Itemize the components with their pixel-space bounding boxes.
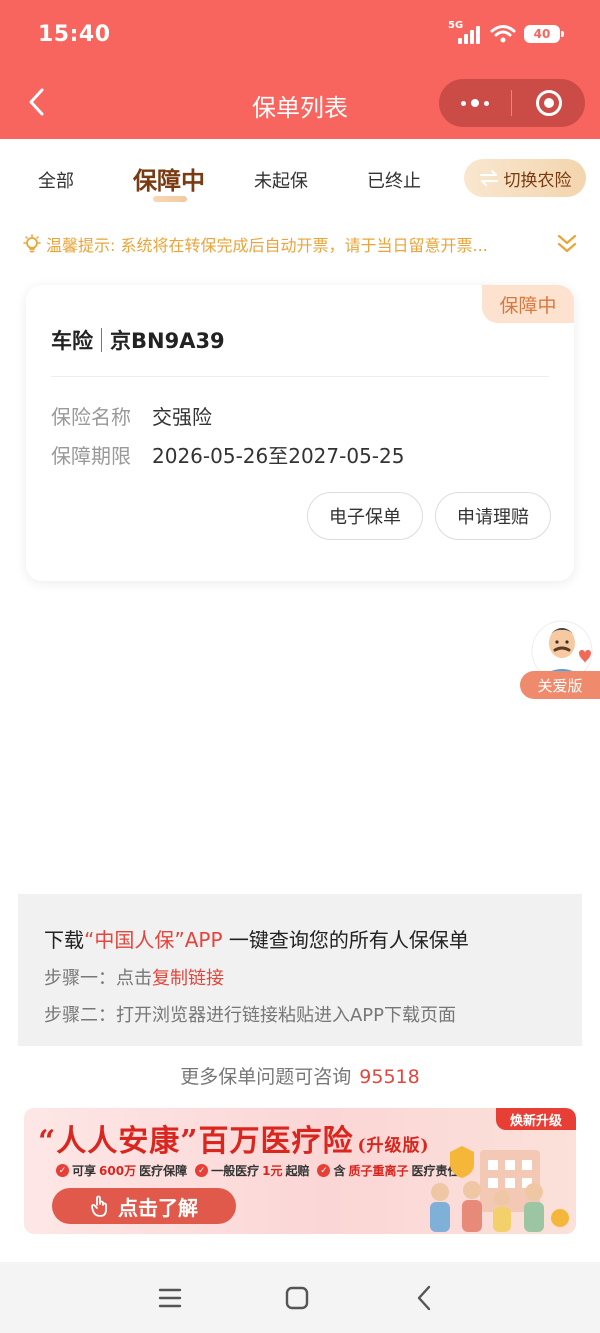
download-suffix: 一键查询您的所有人保保单 xyxy=(222,928,469,952)
system-back-button[interactable] xyxy=(406,1280,442,1316)
insurance-name-row: 保险名称 交强险 xyxy=(51,401,212,430)
banner-features: ✓ 可享 600万 医疗保障 ✓ 一般医疗 1元 起赔 ✓ 含质子重离子 医疗责任 xyxy=(56,1162,460,1179)
tip-banner[interactable]: 温馨提示: 系统将在转保完成后自动开票，请于当日留意开票... xyxy=(22,229,578,259)
feature3-a: 含 xyxy=(333,1164,346,1178)
home-square-icon xyxy=(285,1286,309,1310)
switch-icon xyxy=(479,170,498,186)
download-app-section: 下载“中国人保”APP 一键查询您的所有人保保单 步骤一：点击复制链接 步骤二：… xyxy=(18,894,582,1046)
system-navigation-bar xyxy=(0,1262,600,1333)
tap-hand-icon xyxy=(91,1195,107,1217)
tab-not-started[interactable]: 未起保 xyxy=(254,167,308,193)
hotline-link[interactable]: 95518 xyxy=(359,1066,419,1088)
chevron-left-icon xyxy=(417,1285,431,1311)
upgrade-tag: 焕新升级 xyxy=(496,1108,576,1130)
step-one-text: 步骤一：点击 xyxy=(44,968,152,989)
feature2-a: 一般医疗 xyxy=(211,1164,260,1178)
e-policy-button[interactable]: 电子保单 xyxy=(307,492,423,540)
active-tab-indicator xyxy=(153,196,187,202)
coverage-period-value: 2026-05-26至2027-05-25 xyxy=(152,444,405,468)
step-two: 步骤二：打开浏览器进行链接粘贴进入APP下载页面 xyxy=(44,1005,457,1026)
tab-all[interactable]: 全部 xyxy=(38,167,74,193)
policy-tabs: 全部 保障中 未起保 已终止 切换农险 xyxy=(0,139,600,217)
learn-more-button[interactable]: 点击了解 xyxy=(52,1188,236,1224)
lightbulb-icon xyxy=(23,234,41,253)
status-icons: 5G 40 xyxy=(448,20,564,46)
elder-avatar-icon xyxy=(531,620,593,679)
consult-line: 更多保单问题可咨询 95518 xyxy=(0,1062,600,1089)
battery-icon: 40 xyxy=(524,25,564,43)
banner-title: “人人安康”百万医疗险 (升级版) xyxy=(38,1116,430,1160)
policy-card[interactable]: 保障中 车险 京BN9A39 保险名称 交强险 保障期限 2026-05-26至… xyxy=(26,285,574,581)
switch-agri-insurance-button[interactable]: 切换农险 xyxy=(464,159,586,197)
family-illustration-icon xyxy=(430,1146,569,1232)
more-button[interactable] xyxy=(439,79,511,127)
copy-link-button[interactable]: 复制链接 xyxy=(152,968,224,989)
feature3-hl: 质子重离子 xyxy=(348,1164,409,1178)
feature2-b: 起赔 xyxy=(285,1164,310,1178)
close-mini-program-button[interactable] xyxy=(512,79,585,127)
license-plate: 京BN9A39 xyxy=(110,329,225,353)
status-badge: 保障中 xyxy=(482,285,574,323)
signal-icon: 5G xyxy=(448,20,482,46)
download-line: 下载“中国人保”APP 一键查询您的所有人保保单 xyxy=(44,924,582,953)
menu-button[interactable] xyxy=(152,1280,188,1316)
feature1-hl: 600万 xyxy=(99,1164,137,1178)
learn-more-label: 点击了解 xyxy=(118,1195,198,1220)
header-separator xyxy=(101,328,102,352)
feature-coverage: ✓ 可享 600万 医疗保障 xyxy=(56,1162,187,1179)
coverage-period-label: 保障期限 xyxy=(51,444,131,468)
insurance-name-value: 交强险 xyxy=(152,405,212,429)
feature2-hl: 1元 xyxy=(262,1164,283,1178)
check-icon: ✓ xyxy=(195,1164,209,1177)
home-button[interactable] xyxy=(279,1280,315,1316)
feature1-b: 医疗保障 xyxy=(139,1164,188,1178)
care-mode-float[interactable]: 关爱版 xyxy=(520,615,600,699)
feature-claim: ✓ 一般医疗 1元 起赔 xyxy=(195,1162,309,1179)
menu-icon xyxy=(158,1288,182,1308)
download-prefix: 下载 xyxy=(44,928,84,952)
policy-type: 车险 xyxy=(51,329,93,353)
double-chevron-down-icon[interactable] xyxy=(556,232,578,256)
insurance-name-label: 保险名称 xyxy=(51,405,131,429)
mini-program-capsule xyxy=(439,79,585,127)
status-time: 15:40 xyxy=(38,22,111,47)
consult-text: 更多保单问题可咨询 xyxy=(180,1066,352,1088)
close-mini-program-icon xyxy=(535,90,562,116)
check-icon: ✓ xyxy=(56,1164,69,1177)
care-mode-label: 关爱版 xyxy=(520,671,600,699)
tip-text: 温馨提示: 系统将在转保完成后自动开票，请于当日留意开票... xyxy=(46,236,488,255)
apply-claim-button[interactable]: 申请理赔 xyxy=(435,492,551,540)
nav-bar: 保单列表 xyxy=(0,70,600,139)
medical-insurance-banner[interactable]: “人人安康”百万医疗险 (升级版) 焕新升级 ✓ 可享 600万 医疗保障 ✓ 一般医… xyxy=(24,1108,576,1234)
wifi-icon xyxy=(490,25,516,43)
banner-title-text: “人人安康”百万医疗险 xyxy=(38,1124,354,1159)
status-bar: 15:40 5G 40 xyxy=(0,0,600,70)
switch-agri-label: 切换农险 xyxy=(503,170,572,191)
tab-terminated[interactable]: 已终止 xyxy=(367,167,421,193)
feature1-a: 可享 xyxy=(72,1164,97,1178)
card-divider xyxy=(51,376,549,377)
coverage-period-row: 保障期限 2026-05-26至2027-05-25 xyxy=(51,440,404,469)
app-name: “中国人保”APP xyxy=(84,928,223,952)
header: 15:40 5G 40 保单列表 xyxy=(0,0,600,139)
step-one: 步骤一：点击复制链接 xyxy=(44,964,582,990)
tab-in-force[interactable]: 保障中 xyxy=(133,161,205,196)
check-icon: ✓ xyxy=(317,1164,331,1177)
policy-header: 车险 京BN9A39 xyxy=(51,325,225,355)
